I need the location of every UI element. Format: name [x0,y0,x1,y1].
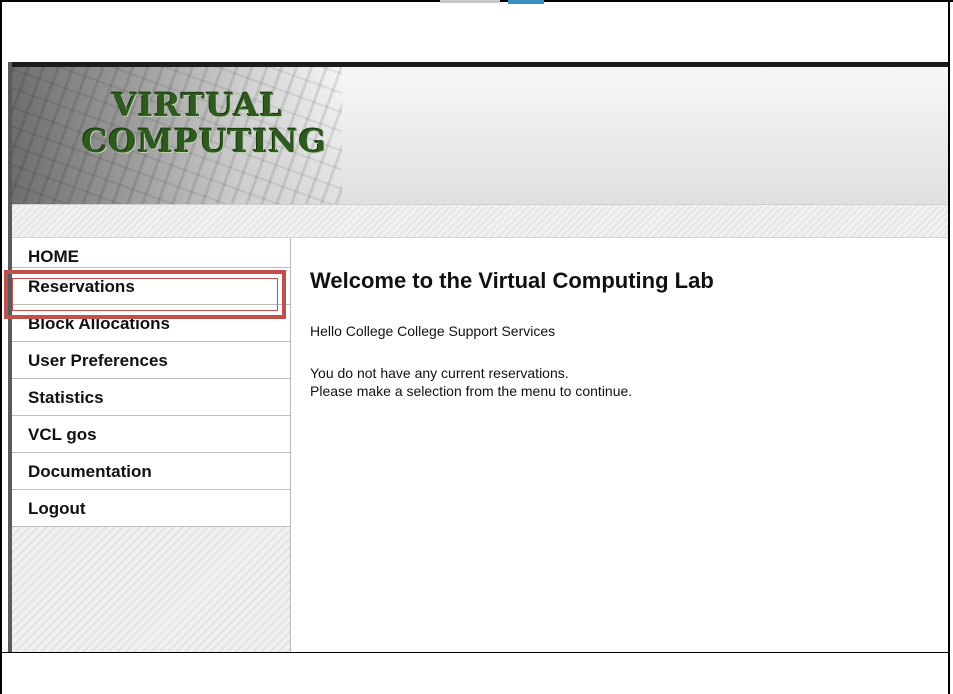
frame-left-line [0,0,2,694]
logo-text-computing: COMPUTING [82,122,328,160]
page-title: Welcome to the Virtual Computing Lab [310,268,714,293]
sidebar-item-reservations[interactable]: Reservations [12,268,290,305]
sidebar-item-user-preferences[interactable]: User Preferences [12,342,290,379]
reservations-status-text: You do not have any current reservations… [310,365,569,381]
frame-right-line [948,0,950,694]
sidebar-item-documentation[interactable]: Documentation [12,453,290,490]
sidebar-item-vcl-gos[interactable]: VCL gos [12,416,290,453]
sidebar-item-block-allocations[interactable]: Block Allocations [12,305,290,342]
sidebar-item-statistics[interactable]: Statistics [12,379,290,416]
top-cropped-icon [508,0,544,4]
main-content: Welcome to the Virtual Computing Lab Hel… [306,238,946,652]
logo-text-virtual: VIRTUAL [112,86,283,124]
top-cropped-element [440,0,500,3]
sidebar-nav: HOME Reservations Block Allocations User… [12,238,290,527]
greeting-text: Hello College College Support Services [310,323,556,339]
frame-bottom-line [0,652,948,653]
instruction-text: Please make a selection from the menu to… [310,383,633,399]
site-logo[interactable]: VIRTUAL COMPUTING [82,86,328,160]
header-subbar [12,204,948,238]
sidebar-item-logout[interactable]: Logout [12,490,290,527]
sidebar-item-home[interactable]: HOME [12,238,290,268]
sidebar: HOME Reservations Block Allocations User… [12,238,291,652]
site-header: VIRTUAL COMPUTING [12,62,948,204]
